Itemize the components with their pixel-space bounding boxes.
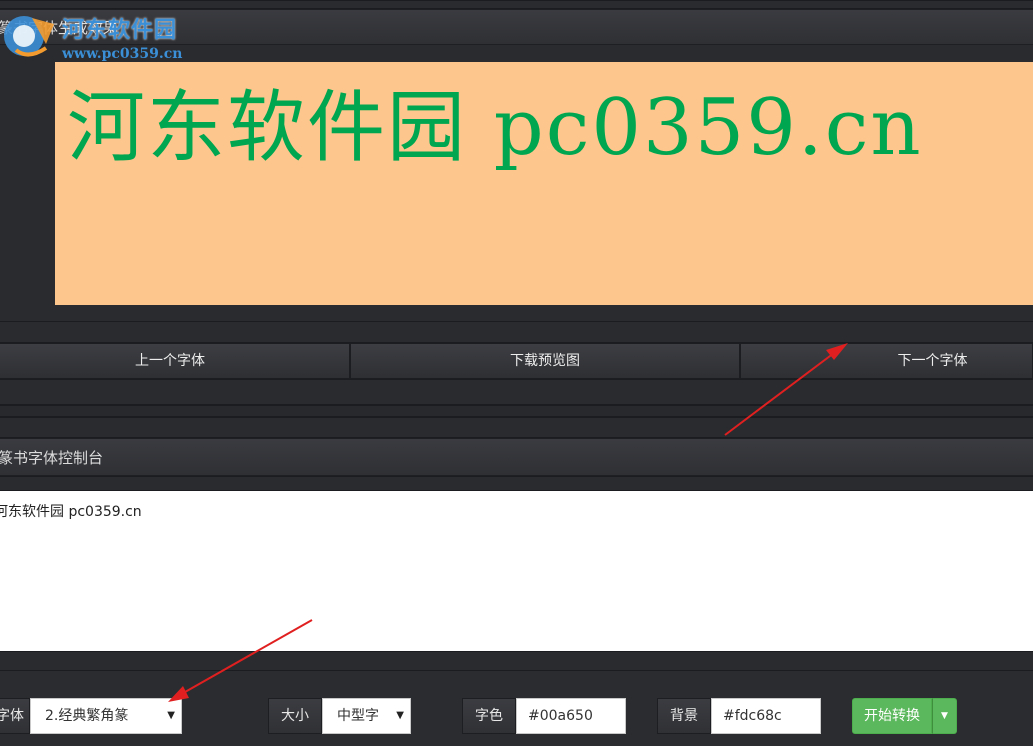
- size-label: 大小: [268, 698, 322, 734]
- console-strip: [0, 476, 1033, 491]
- preview-bottom-strip: [0, 321, 1033, 343]
- download-preview-button[interactable]: 下载预览图: [350, 343, 740, 379]
- color-input[interactable]: #00a650: [516, 698, 626, 734]
- watermark-title: 河东软件园: [62, 18, 178, 43]
- start-convert-label: 开始转换: [864, 708, 920, 724]
- text-input-value: 河东软件园 pc0359.cn: [0, 504, 142, 520]
- bg-label: 背景: [657, 698, 711, 734]
- console-panel-header: 篆书字体控制台: [0, 438, 1033, 476]
- start-convert-dropdown[interactable]: ▼: [932, 698, 957, 734]
- watermark-logo-icon: [4, 16, 54, 57]
- next-font-label: 下一个字体: [897, 353, 968, 369]
- bg-input-value: #fdc68c: [723, 708, 782, 724]
- caret-down-icon: ▼: [167, 710, 175, 721]
- font-select[interactable]: 2.经典繁角篆 ▼: [30, 698, 182, 734]
- prev-font-label: 上一个字体: [135, 353, 205, 369]
- preview-text: 河东软件园 pc0359.cn: [67, 83, 923, 173]
- start-convert-button[interactable]: 开始转换: [852, 698, 932, 734]
- bg-input[interactable]: #fdc68c: [711, 698, 821, 734]
- nav-bottom-strip: [0, 379, 1033, 405]
- size-label-text: 大小: [281, 708, 309, 724]
- preview-canvas: 河东软件园 pc0359.cn: [55, 62, 1033, 305]
- font-label-text: 字体: [0, 708, 24, 724]
- prev-font-button[interactable]: 上一个字体: [0, 343, 350, 379]
- watermark: 河东软件园 www.pc0359.cn: [0, 0, 240, 70]
- watermark-url: www.pc0359.cn: [62, 46, 183, 62]
- next-font-button[interactable]: 下一个字体: [740, 343, 1033, 379]
- font-select-value: 2.经典繁角篆: [45, 708, 129, 724]
- console-panel-title: 篆书字体控制台: [0, 449, 104, 467]
- caret-down-icon: ▼: [396, 710, 404, 721]
- font-label: 字体: [0, 698, 30, 734]
- text-input[interactable]: 河东软件园 pc0359.cn: [0, 491, 1033, 651]
- bg-label-text: 背景: [670, 708, 698, 724]
- color-input-value: #00a650: [528, 708, 593, 724]
- color-label: 字色: [462, 698, 516, 734]
- caret-down-icon: ▼: [941, 711, 948, 721]
- download-preview-label: 下载预览图: [510, 353, 580, 369]
- separator-strip: [0, 405, 1033, 417]
- size-select-value: 中型字: [337, 708, 379, 724]
- console-bottom-strip: [0, 651, 1033, 671]
- size-select[interactable]: 中型字 ▼: [322, 698, 411, 734]
- color-label-text: 字色: [475, 708, 503, 724]
- separator-strip-2: [0, 417, 1033, 438]
